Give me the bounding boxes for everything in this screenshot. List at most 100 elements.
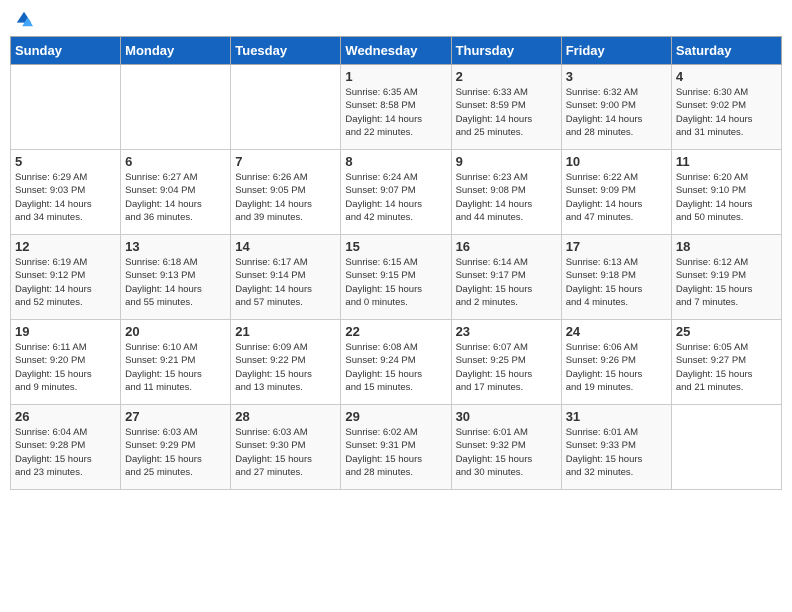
day-info: Sunrise: 6:35 AM Sunset: 8:58 PM Dayligh… bbox=[345, 86, 446, 139]
day-info: Sunrise: 6:19 AM Sunset: 9:12 PM Dayligh… bbox=[15, 256, 116, 309]
day-number: 13 bbox=[125, 239, 226, 254]
day-info: Sunrise: 6:20 AM Sunset: 9:10 PM Dayligh… bbox=[676, 171, 777, 224]
day-info: Sunrise: 6:13 AM Sunset: 9:18 PM Dayligh… bbox=[566, 256, 667, 309]
calendar-cell: 17 Sunrise: 6:13 AM Sunset: 9:18 PM Dayli… bbox=[561, 235, 671, 320]
calendar-cell: 22 Sunrise: 6:08 AM Sunset: 9:24 PM Dayli… bbox=[341, 320, 451, 405]
day-info: Sunrise: 6:03 AM Sunset: 9:29 PM Dayligh… bbox=[125, 426, 226, 479]
day-number: 7 bbox=[235, 154, 336, 169]
day-number: 15 bbox=[345, 239, 446, 254]
day-info: Sunrise: 6:03 AM Sunset: 9:30 PM Dayligh… bbox=[235, 426, 336, 479]
calendar-cell: 21 Sunrise: 6:09 AM Sunset: 9:22 PM Dayli… bbox=[231, 320, 341, 405]
calendar-cell bbox=[11, 65, 121, 150]
day-number: 23 bbox=[456, 324, 557, 339]
week-row-4: 19 Sunrise: 6:11 AM Sunset: 9:20 PM Dayli… bbox=[11, 320, 782, 405]
day-number: 1 bbox=[345, 69, 446, 84]
calendar-cell: 13 Sunrise: 6:18 AM Sunset: 9:13 PM Dayli… bbox=[121, 235, 231, 320]
calendar-cell: 27 Sunrise: 6:03 AM Sunset: 9:29 PM Dayli… bbox=[121, 405, 231, 490]
calendar-cell: 20Sunrise: 6:10 AM Sunset: 9:21 PM Dayli… bbox=[121, 320, 231, 405]
calendar-cell: 26 Sunrise: 6:04 AM Sunset: 9:28 PM Dayli… bbox=[11, 405, 121, 490]
day-info: Sunrise: 6:17 AM Sunset: 9:14 PM Dayligh… bbox=[235, 256, 336, 309]
day-number: 11 bbox=[676, 154, 777, 169]
day-number: 10 bbox=[566, 154, 667, 169]
calendar-cell bbox=[671, 405, 781, 490]
day-info: Sunrise: 6:33 AM Sunset: 8:59 PM Dayligh… bbox=[456, 86, 557, 139]
calendar-cell: 16Sunrise: 6:14 AM Sunset: 9:17 PM Dayli… bbox=[451, 235, 561, 320]
calendar-cell: 1 Sunrise: 6:35 AM Sunset: 8:58 PM Daylig… bbox=[341, 65, 451, 150]
day-info: Sunrise: 6:27 AM Sunset: 9:04 PM Dayligh… bbox=[125, 171, 226, 224]
calendar-cell: 2Sunrise: 6:33 AM Sunset: 8:59 PM Daylig… bbox=[451, 65, 561, 150]
calendar-cell: 11 Sunrise: 6:20 AM Sunset: 9:10 PM Dayli… bbox=[671, 150, 781, 235]
week-row-2: 5 Sunrise: 6:29 AM Sunset: 9:03 PM Daylig… bbox=[11, 150, 782, 235]
calendar-cell bbox=[121, 65, 231, 150]
day-info: Sunrise: 6:29 AM Sunset: 9:03 PM Dayligh… bbox=[15, 171, 116, 224]
day-number: 9 bbox=[456, 154, 557, 169]
logo bbox=[14, 10, 33, 28]
calendar-cell: 19 Sunrise: 6:11 AM Sunset: 9:20 PM Dayli… bbox=[11, 320, 121, 405]
day-info: Sunrise: 6:11 AM Sunset: 9:20 PM Dayligh… bbox=[15, 341, 116, 394]
calendar-body: 1 Sunrise: 6:35 AM Sunset: 8:58 PM Daylig… bbox=[11, 65, 782, 490]
day-number: 8 bbox=[345, 154, 446, 169]
calendar-cell: 25Sunrise: 6:05 AM Sunset: 9:27 PM Dayli… bbox=[671, 320, 781, 405]
day-number: 18 bbox=[676, 239, 777, 254]
calendar-cell: 24 Sunrise: 6:06 AM Sunset: 9:26 PM Dayli… bbox=[561, 320, 671, 405]
calendar-cell: 3Sunrise: 6:32 AM Sunset: 9:00 PM Daylig… bbox=[561, 65, 671, 150]
day-info: Sunrise: 6:23 AM Sunset: 9:08 PM Dayligh… bbox=[456, 171, 557, 224]
calendar-cell: 9 Sunrise: 6:23 AM Sunset: 9:08 PM Daylig… bbox=[451, 150, 561, 235]
day-info: Sunrise: 6:06 AM Sunset: 9:26 PM Dayligh… bbox=[566, 341, 667, 394]
calendar-cell: 12 Sunrise: 6:19 AM Sunset: 9:12 PM Dayli… bbox=[11, 235, 121, 320]
day-info: Sunrise: 6:09 AM Sunset: 9:22 PM Dayligh… bbox=[235, 341, 336, 394]
day-number: 20 bbox=[125, 324, 226, 339]
day-number: 6 bbox=[125, 154, 226, 169]
day-info: Sunrise: 6:04 AM Sunset: 9:28 PM Dayligh… bbox=[15, 426, 116, 479]
calendar-header: SundayMondayTuesdayWednesdayThursdayFrid… bbox=[11, 37, 782, 65]
day-number: 14 bbox=[235, 239, 336, 254]
day-info: Sunrise: 6:12 AM Sunset: 9:19 PM Dayligh… bbox=[676, 256, 777, 309]
calendar-cell: 5 Sunrise: 6:29 AM Sunset: 9:03 PM Daylig… bbox=[11, 150, 121, 235]
day-number: 12 bbox=[15, 239, 116, 254]
day-info: Sunrise: 6:02 AM Sunset: 9:31 PM Dayligh… bbox=[345, 426, 446, 479]
calendar-cell bbox=[231, 65, 341, 150]
day-info: Sunrise: 6:08 AM Sunset: 9:24 PM Dayligh… bbox=[345, 341, 446, 394]
calendar-cell: 29Sunrise: 6:02 AM Sunset: 9:31 PM Dayli… bbox=[341, 405, 451, 490]
day-number: 26 bbox=[15, 409, 116, 424]
calendar-cell: 8Sunrise: 6:24 AM Sunset: 9:07 PM Daylig… bbox=[341, 150, 451, 235]
calendar-cell: 30 Sunrise: 6:01 AM Sunset: 9:32 PM Dayli… bbox=[451, 405, 561, 490]
day-info: Sunrise: 6:26 AM Sunset: 9:05 PM Dayligh… bbox=[235, 171, 336, 224]
day-number: 17 bbox=[566, 239, 667, 254]
day-info: Sunrise: 6:22 AM Sunset: 9:09 PM Dayligh… bbox=[566, 171, 667, 224]
day-header-wednesday: Wednesday bbox=[341, 37, 451, 65]
week-row-5: 26 Sunrise: 6:04 AM Sunset: 9:28 PM Dayli… bbox=[11, 405, 782, 490]
day-header-thursday: Thursday bbox=[451, 37, 561, 65]
day-number: 21 bbox=[235, 324, 336, 339]
day-header-tuesday: Tuesday bbox=[231, 37, 341, 65]
day-number: 31 bbox=[566, 409, 667, 424]
day-info: Sunrise: 6:01 AM Sunset: 9:32 PM Dayligh… bbox=[456, 426, 557, 479]
day-header-monday: Monday bbox=[121, 37, 231, 65]
header-row: SundayMondayTuesdayWednesdayThursdayFrid… bbox=[11, 37, 782, 65]
calendar-cell: 14 Sunrise: 6:17 AM Sunset: 9:14 PM Dayli… bbox=[231, 235, 341, 320]
day-number: 4 bbox=[676, 69, 777, 84]
day-info: Sunrise: 6:32 AM Sunset: 9:00 PM Dayligh… bbox=[566, 86, 667, 139]
day-info: Sunrise: 6:18 AM Sunset: 9:13 PM Dayligh… bbox=[125, 256, 226, 309]
calendar-cell: 28Sunrise: 6:03 AM Sunset: 9:30 PM Dayli… bbox=[231, 405, 341, 490]
day-number: 27 bbox=[125, 409, 226, 424]
day-number: 19 bbox=[15, 324, 116, 339]
day-info: Sunrise: 6:07 AM Sunset: 9:25 PM Dayligh… bbox=[456, 341, 557, 394]
page-header bbox=[10, 10, 782, 28]
calendar-table: SundayMondayTuesdayWednesdayThursdayFrid… bbox=[10, 36, 782, 490]
day-number: 22 bbox=[345, 324, 446, 339]
day-header-friday: Friday bbox=[561, 37, 671, 65]
day-header-saturday: Saturday bbox=[671, 37, 781, 65]
day-number: 5 bbox=[15, 154, 116, 169]
calendar-cell: 6 Sunrise: 6:27 AM Sunset: 9:04 PM Daylig… bbox=[121, 150, 231, 235]
calendar-cell: 10 Sunrise: 6:22 AM Sunset: 9:09 PM Dayli… bbox=[561, 150, 671, 235]
day-info: Sunrise: 6:14 AM Sunset: 9:17 PM Dayligh… bbox=[456, 256, 557, 309]
day-info: Sunrise: 6:01 AM Sunset: 9:33 PM Dayligh… bbox=[566, 426, 667, 479]
day-info: Sunrise: 6:30 AM Sunset: 9:02 PM Dayligh… bbox=[676, 86, 777, 139]
day-number: 30 bbox=[456, 409, 557, 424]
day-header-sunday: Sunday bbox=[11, 37, 121, 65]
day-number: 24 bbox=[566, 324, 667, 339]
week-row-3: 12 Sunrise: 6:19 AM Sunset: 9:12 PM Dayli… bbox=[11, 235, 782, 320]
calendar-cell: 31 Sunrise: 6:01 AM Sunset: 9:33 PM Dayli… bbox=[561, 405, 671, 490]
calendar-cell: 4 Sunrise: 6:30 AM Sunset: 9:02 PM Daylig… bbox=[671, 65, 781, 150]
